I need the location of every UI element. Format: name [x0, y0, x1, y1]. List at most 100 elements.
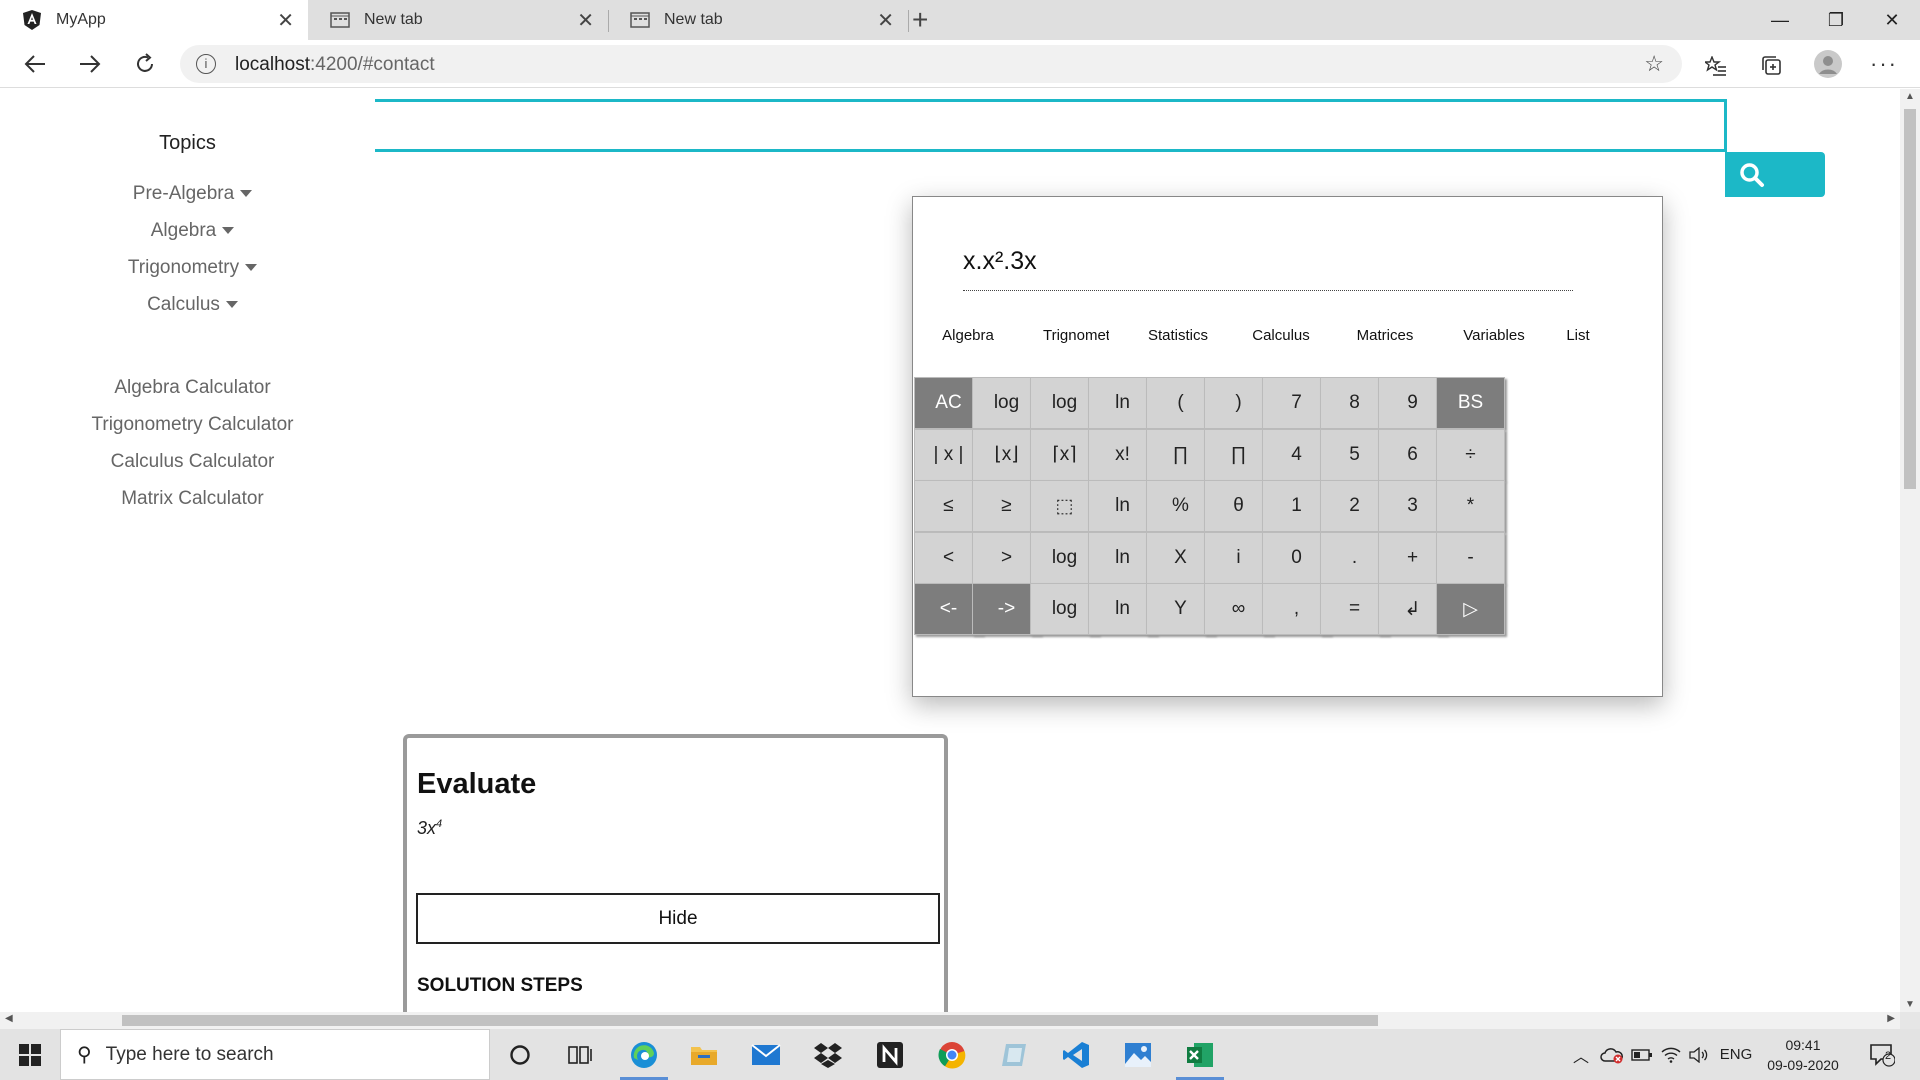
tab-variables[interactable]: Variables — [1456, 327, 1532, 344]
topic-pre-algebra[interactable]: Pre-Algebra — [0, 183, 385, 205]
hide-button[interactable]: Hide — [416, 893, 940, 944]
show-hidden-icons-chevron-icon[interactable]: ︿ — [1568, 1029, 1594, 1080]
search-button[interactable] — [1725, 152, 1825, 197]
scrollbar-corner — [1900, 1012, 1920, 1029]
close-tab-icon[interactable]: ✕ — [277, 8, 294, 33]
task-view-icon[interactable] — [552, 1029, 608, 1080]
solution-steps-heading: SOLUTION STEPS — [417, 975, 583, 996]
url-field[interactable]: i localhost:4200/#contact ☆ — [180, 45, 1682, 83]
tab-divider — [908, 10, 909, 32]
profile-avatar[interactable] — [1812, 48, 1844, 80]
more-menu-icon[interactable]: ··· — [1868, 48, 1900, 80]
link-matrix-calculator[interactable]: Matrix Calculator — [0, 488, 385, 510]
topic-label: Calculus — [147, 294, 220, 315]
photos-icon[interactable] — [1110, 1029, 1166, 1080]
scroll-right-icon[interactable]: ▶ — [1887, 1013, 1895, 1024]
close-window-button[interactable]: ✕ — [1864, 0, 1920, 40]
key-r2-c10[interactable]: ÷ — [1436, 428, 1505, 481]
tab-matrices[interactable]: Matrices — [1350, 327, 1420, 344]
chrome-icon[interactable] — [924, 1029, 980, 1080]
battery-icon[interactable] — [1628, 1029, 1656, 1080]
evaluate-card: Evaluate 3x4 Hide SOLUTION STEPS — [403, 734, 948, 1012]
forward-button[interactable] — [72, 48, 108, 80]
tab-title: MyApp — [56, 11, 106, 28]
excel-icon[interactable] — [1172, 1029, 1228, 1080]
search-icon — [1740, 162, 1764, 187]
file-explorer-icon[interactable] — [676, 1029, 732, 1080]
close-tab-icon[interactable]: ✕ — [877, 8, 894, 33]
link-trigonometry-calculator[interactable]: Trigonometry Calculator — [0, 414, 385, 436]
browser-tab-bar: MyApp ✕ New tab ✕ New tab ✕ + — ❐ ✕ — [0, 0, 1920, 40]
tab-algebra[interactable]: Algebra — [933, 327, 1003, 344]
collections-icon[interactable] — [1756, 50, 1788, 82]
key-r5-c10[interactable]: ▷ — [1436, 583, 1505, 635]
tab-myapp[interactable]: MyApp ✕ — [0, 0, 308, 40]
topic-trigonometry[interactable]: Trigonometry — [0, 257, 385, 279]
cortana-icon[interactable] — [492, 1029, 548, 1080]
scroll-up-icon[interactable]: ▲ — [1905, 91, 1915, 102]
key-r4-c10[interactable]: - — [1436, 531, 1505, 584]
notification-center-icon[interactable]: 2 — [1862, 1029, 1902, 1080]
caret-down-icon — [222, 227, 235, 235]
key-r3-c10[interactable]: * — [1436, 480, 1505, 532]
angular-icon — [22, 10, 42, 30]
scroll-left-icon[interactable]: ◀ — [5, 1013, 13, 1024]
tab-list[interactable]: List — [1553, 327, 1603, 344]
topic-algebra[interactable]: Algebra — [0, 220, 385, 242]
search-input[interactable] — [375, 99, 1727, 152]
windows-taskbar: ⚲ Type here to search ︿ ENG 09:41 09-09-… — [0, 1029, 1920, 1080]
horizontal-scrollbar[interactable]: ◀ ▶ — [0, 1012, 1900, 1029]
app-icon[interactable] — [986, 1029, 1042, 1080]
back-button[interactable] — [17, 48, 53, 80]
address-bar-row: i localhost:4200/#contact ☆ ··· — [0, 40, 1920, 88]
vscode-icon[interactable] — [1048, 1029, 1104, 1080]
key-r1-c10[interactable]: BS — [1436, 377, 1505, 429]
clock-time: 09:41 — [1785, 1037, 1821, 1053]
favorite-star-icon[interactable]: ☆ — [1644, 51, 1664, 77]
system-clock[interactable]: 09:41 09-09-2020 — [1758, 1035, 1848, 1075]
expression-exponent: 4 — [436, 818, 443, 830]
close-tab-icon[interactable]: ✕ — [577, 8, 594, 33]
horizontal-scroll-thumb[interactable] — [122, 1015, 1378, 1026]
topic-calculus[interactable]: Calculus — [0, 294, 385, 316]
expression-input[interactable]: x.x².3x — [963, 247, 1037, 276]
page-content: Topics Pre-Algebra Algebra Trigonometry … — [0, 89, 1900, 1012]
newtab-icon — [630, 10, 650, 30]
expression-underline — [963, 290, 1573, 291]
link-algebra-calculator[interactable]: Algebra Calculator — [0, 377, 385, 399]
start-button[interactable] — [0, 1029, 60, 1080]
caret-down-icon — [245, 264, 258, 272]
scroll-down-icon[interactable]: ▼ — [1905, 999, 1915, 1010]
clock-date: 09-09-2020 — [1767, 1057, 1839, 1073]
minimize-button[interactable]: — — [1752, 0, 1808, 40]
tab-title: New tab — [664, 11, 723, 28]
tab-trignometry[interactable]: Trignometry — [1043, 327, 1109, 344]
vertical-scroll-thumb[interactable] — [1904, 109, 1916, 489]
tab-new-1[interactable]: New tab ✕ — [308, 0, 608, 40]
url-path: :4200/#contact — [310, 54, 435, 75]
link-calculus-calculator[interactable]: Calculus Calculator — [0, 451, 385, 473]
taskbar-search-box[interactable]: ⚲ Type here to search — [60, 1029, 490, 1080]
maximize-button[interactable]: ❐ — [1808, 0, 1864, 40]
tab-title: New tab — [364, 11, 423, 28]
edge-browser-icon[interactable] — [616, 1029, 672, 1080]
wifi-icon[interactable] — [1658, 1029, 1684, 1080]
favorites-list-icon[interactable] — [1700, 50, 1732, 82]
onedrive-sync-icon[interactable] — [1598, 1029, 1626, 1080]
new-tab-button[interactable]: + — [912, 4, 928, 36]
info-icon[interactable]: i — [196, 54, 216, 74]
keyboard-category-tabs: Algebra Trignometry Statistics Calculus … — [933, 327, 1643, 351]
tab-calculus[interactable]: Calculus — [1246, 327, 1316, 344]
tab-new-2[interactable]: New tab ✕ — [608, 0, 908, 40]
dropbox-icon[interactable] — [800, 1029, 856, 1080]
language-indicator[interactable]: ENG — [1716, 1029, 1756, 1080]
windows-logo-icon — [19, 1043, 41, 1066]
mail-icon[interactable] — [738, 1029, 794, 1080]
refresh-button[interactable] — [127, 48, 163, 80]
vertical-scrollbar[interactable]: ▲ ▼ — [1900, 89, 1920, 1012]
tab-statistics[interactable]: Statistics — [1143, 327, 1213, 344]
newtab-icon — [330, 10, 350, 30]
url-text: localhost:4200/#contact — [235, 54, 435, 76]
notion-icon[interactable] — [862, 1029, 918, 1080]
volume-icon[interactable] — [1686, 1029, 1712, 1080]
